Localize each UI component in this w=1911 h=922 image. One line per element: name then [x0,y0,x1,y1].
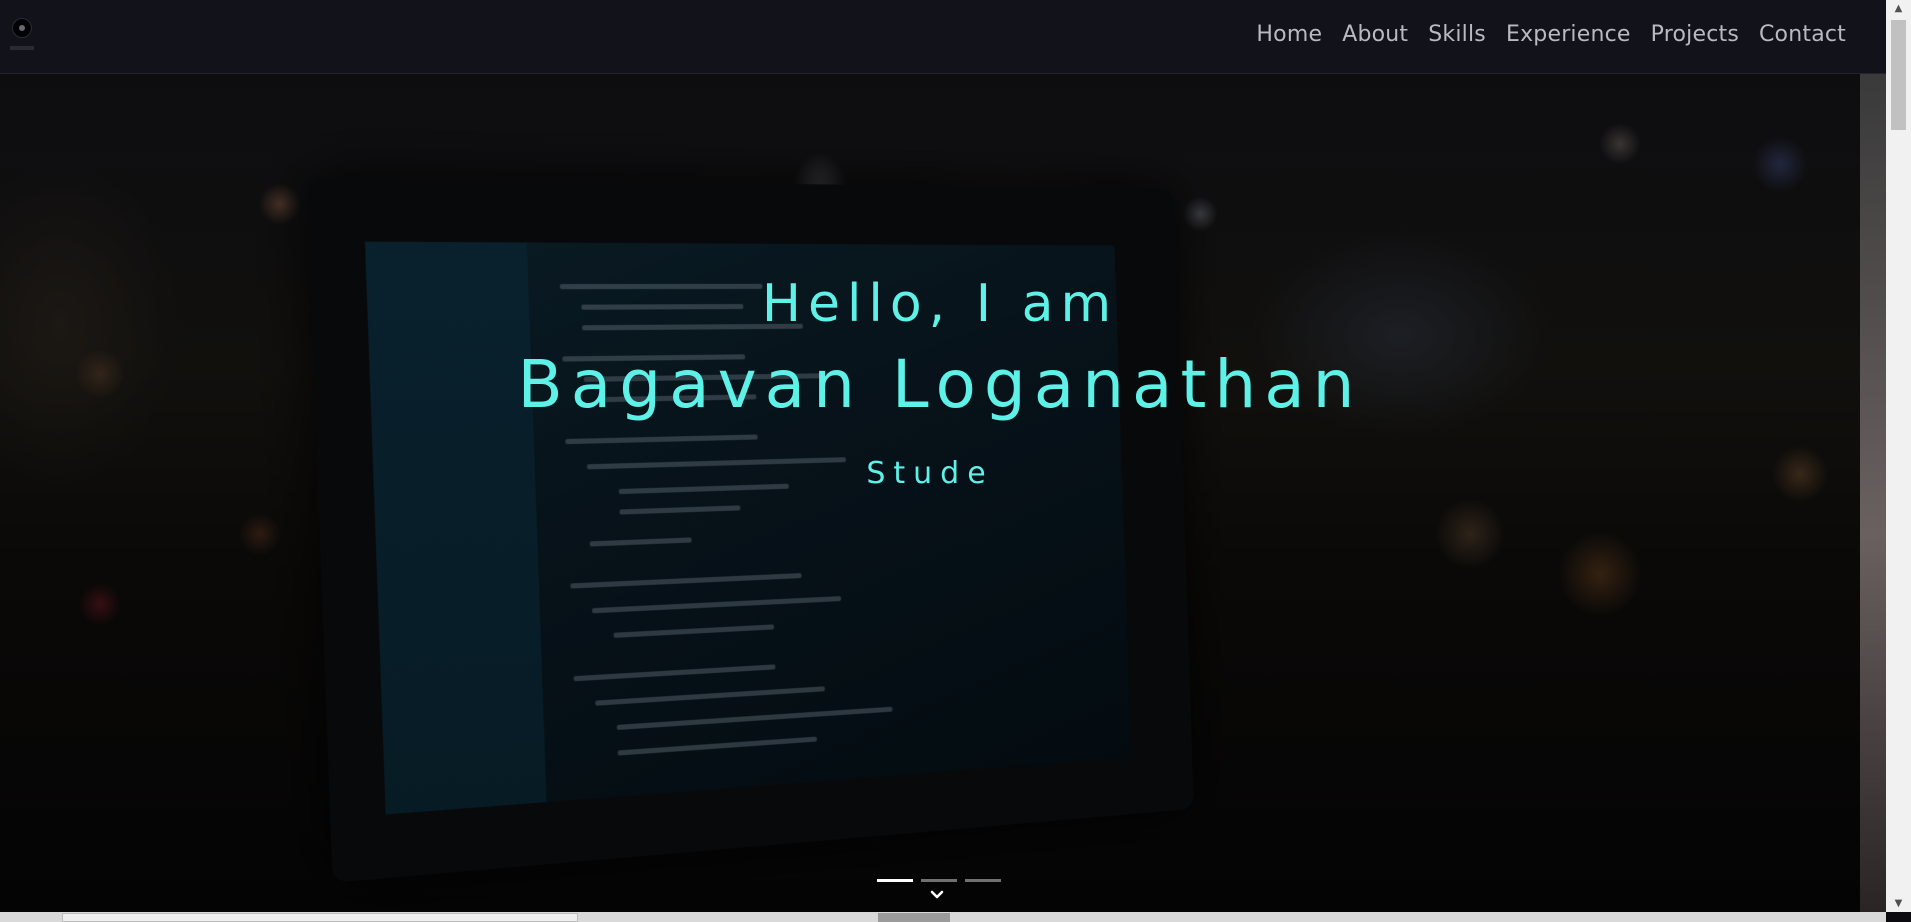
nav-link-about[interactable]: About [1332,22,1418,47]
hero-role-typing: Stude [866,456,994,491]
nav-link-projects[interactable]: Projects [1641,22,1749,47]
vertical-scrollbar[interactable]: ▲ ▼ [1886,0,1911,912]
horizontal-scrollbar[interactable] [0,912,1886,922]
logo[interactable] [12,18,32,38]
horizontal-scrollbar-thumb[interactable] [878,913,950,922]
nav-menu: Home About Skills Experience Projects Co… [1246,22,1856,47]
hero-greeting: Hello, I am [761,274,1119,334]
logo-caption [10,46,34,50]
hero-name: Bagavan Loganathan [517,346,1363,423]
page-edge-strip [1860,74,1886,912]
carousel-indicator-3[interactable] [965,879,1001,882]
scroll-up-arrow-icon[interactable]: ▲ [1886,0,1911,17]
horizontal-scrollbar-track [62,913,578,922]
nav-link-skills[interactable]: Skills [1418,22,1496,47]
carousel-indicator-1[interactable] [877,879,913,882]
logo-mark [19,25,25,31]
navbar: Home About Skills Experience Projects Co… [0,0,1886,74]
scroll-down-arrow-icon[interactable]: ▼ [1886,895,1911,912]
hero-section: Hello, I am Bagavan Loganathan Stude [0,74,1860,912]
vertical-scrollbar-thumb[interactable] [1891,20,1906,130]
nav-link-home[interactable]: Home [1246,22,1332,47]
chevron-down-icon[interactable] [929,888,945,904]
carousel-indicator-2[interactable] [921,879,957,882]
carousel-indicators [877,879,1001,882]
nav-link-contact[interactable]: Contact [1749,22,1856,47]
nav-link-experience[interactable]: Experience [1496,22,1641,47]
hero-overlay [0,74,1860,912]
